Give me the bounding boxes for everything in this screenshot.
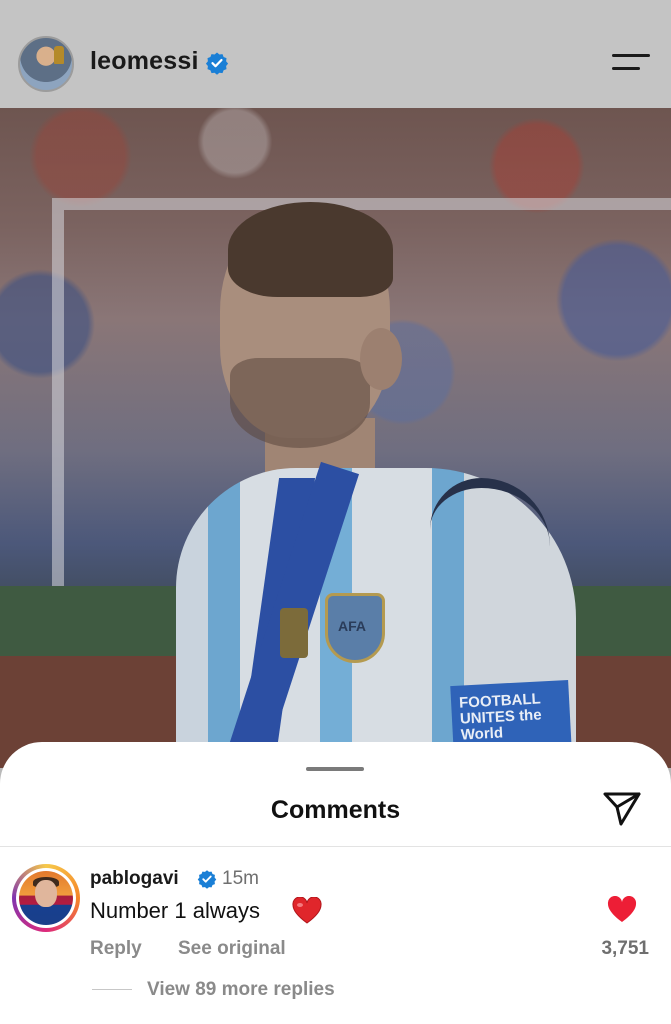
verified-badge-icon bbox=[197, 870, 217, 889]
comments-sheet: Comments pablogavi 15m Number 1 always R… bbox=[0, 742, 671, 1024]
comment-text: Number 1 always bbox=[90, 898, 260, 923]
afa-badge: AFA bbox=[325, 593, 385, 663]
verified-badge-icon bbox=[205, 52, 229, 75]
trophy-icon bbox=[54, 46, 64, 64]
profile-username[interactable]: leomessi bbox=[90, 47, 199, 76]
comment-avatar[interactable] bbox=[12, 864, 80, 932]
comment-timestamp: 15m bbox=[222, 868, 259, 889]
see-original-button[interactable]: See original bbox=[178, 938, 286, 960]
view-replies-button[interactable]: View 89 more replies bbox=[147, 979, 335, 1001]
like-count: 3,751 bbox=[601, 938, 649, 959]
reply-button[interactable]: Reply bbox=[90, 938, 142, 960]
comments-title: Comments bbox=[270, 796, 401, 824]
menu-icon[interactable] bbox=[612, 50, 650, 76]
divider bbox=[0, 846, 671, 847]
replies-line bbox=[92, 989, 132, 990]
comment-username[interactable]: pablogavi bbox=[90, 868, 179, 890]
red-heart-emoji-icon bbox=[292, 897, 322, 924]
profile-avatar[interactable] bbox=[18, 36, 74, 92]
post-image: AFA FOOTBALL UNITES the World bbox=[0, 108, 671, 768]
player-figure: AFA FOOTBALL UNITES the World bbox=[170, 202, 590, 768]
send-icon[interactable] bbox=[602, 790, 642, 828]
profile-header: leomessi bbox=[0, 0, 671, 108]
drag-handle[interactable] bbox=[306, 767, 364, 771]
heart-icon[interactable] bbox=[607, 896, 637, 924]
